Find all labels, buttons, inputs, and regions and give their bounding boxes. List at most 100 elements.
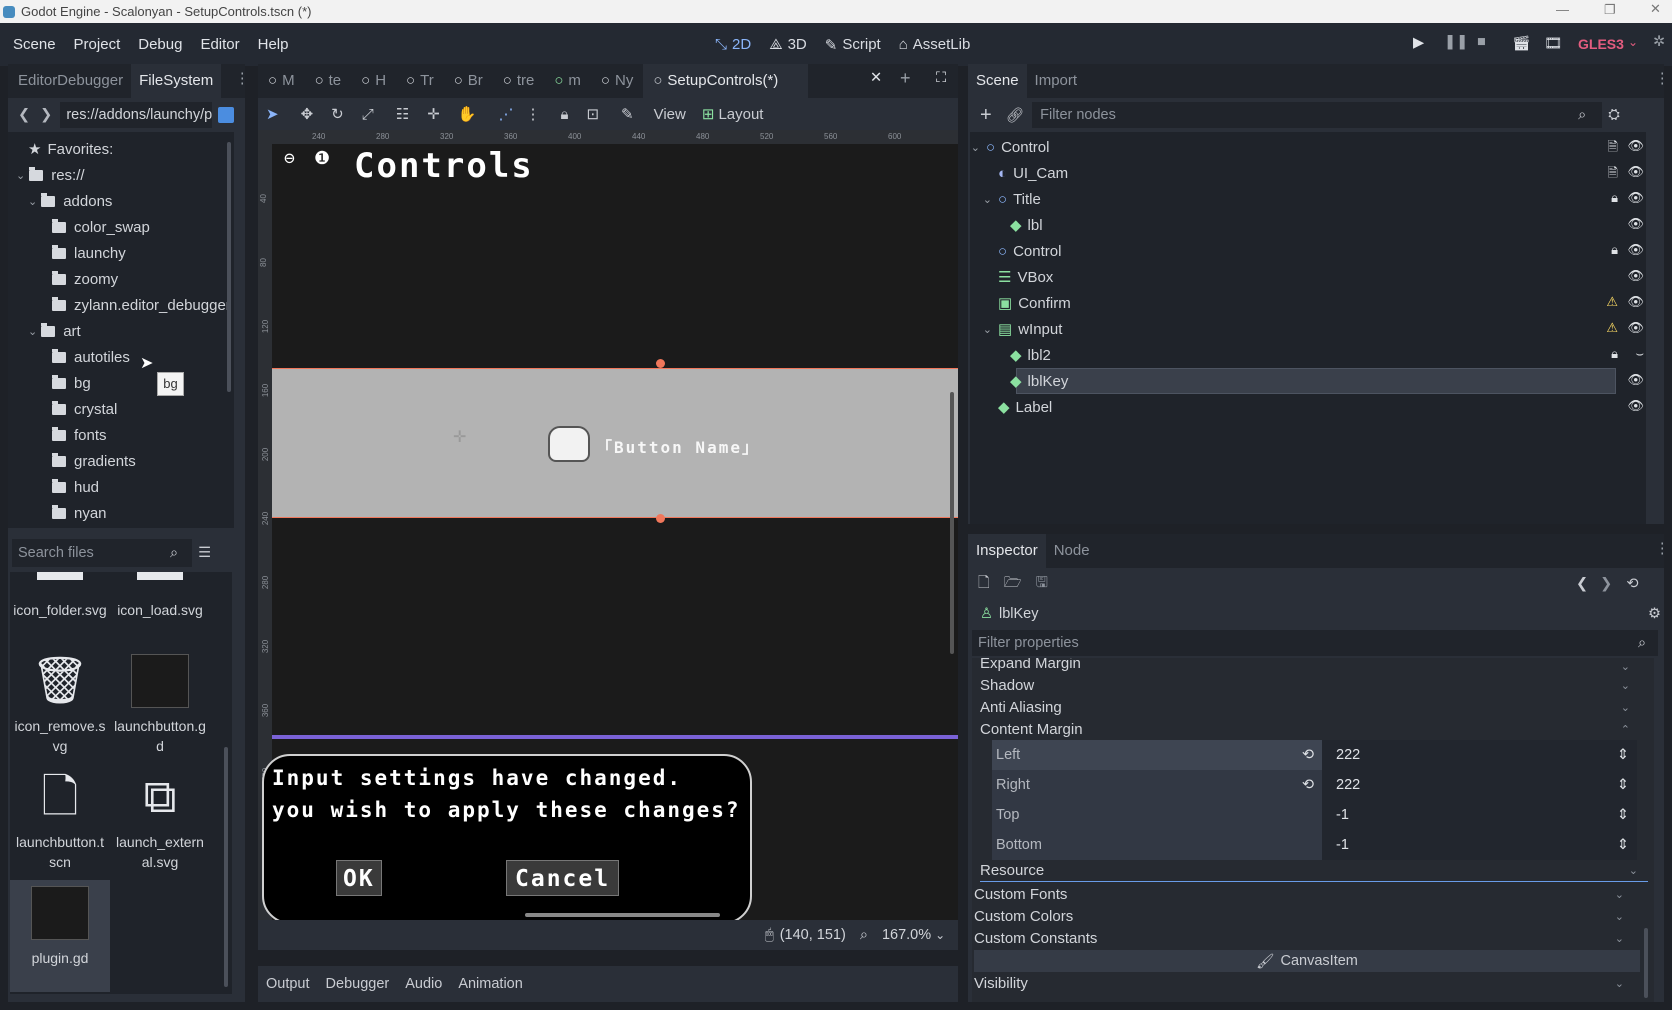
snap-icon[interactable]: ⋰ [498, 105, 513, 123]
play-custom-scene-button[interactable]: 🎞︎ [1544, 35, 1562, 52]
rotate-tool-icon[interactable]: ↻ [331, 105, 344, 123]
visibility-icon[interactable]: 👁︎ [1627, 398, 1644, 414]
tree-expander[interactable]: ⌄ [970, 193, 994, 206]
menu-debug[interactable]: Debug [138, 36, 182, 53]
scene-node-row[interactable]: ◆ lblKey 👁︎ [970, 368, 1644, 394]
bottom-handle[interactable] [656, 514, 665, 523]
cancel-button[interactable]: Cancel [506, 860, 620, 896]
scene-tab[interactable]: ○ te [305, 64, 352, 98]
scroll-indicator[interactable] [950, 392, 954, 654]
workspace-2d-button[interactable]: ⤡ 2D [715, 36, 751, 53]
snap-options-icon[interactable]: ⋮ [525, 105, 540, 123]
folder-item[interactable]: ⌄ res:// [16, 162, 85, 188]
section-visibility[interactable]: Visibility ⌄ [974, 972, 1634, 994]
tab-animation[interactable]: Animation [458, 976, 522, 992]
file-item[interactable]: ▬ icon_folder.svg [10, 572, 110, 644]
property-value-input[interactable]: -1 ⇕ [1322, 830, 1637, 860]
play-scene-button[interactable]: 🎬︎ [1512, 35, 1530, 52]
section-custom-fonts[interactable]: Custom Fonts ⌄ [974, 883, 1634, 905]
visibility-icon[interactable]: 👁︎ [1627, 320, 1644, 336]
section-custom-colors[interactable]: Custom Colors ⌄ [974, 905, 1634, 927]
file-grid-scrollbar[interactable] [224, 747, 228, 987]
list-select-icon[interactable]: ☷ [396, 105, 409, 123]
lock-icon[interactable]: 🔒︎ [1611, 346, 1618, 362]
move-tool-icon[interactable]: ✥ [301, 105, 314, 123]
save-resource-icon[interactable]: 🖫︎ [1036, 572, 1048, 597]
chevron-down-icon[interactable]: ⌄ [28, 195, 37, 208]
section-anti-aliasing[interactable]: Anti Aliasing ⌄ [980, 696, 1640, 718]
forward-icon[interactable]: ❯ [40, 107, 52, 123]
new-scene-tab-icon[interactable]: + [900, 68, 911, 89]
view-menu[interactable]: View [654, 106, 686, 123]
open-resource-icon[interactable]: 🗁︎ [1004, 572, 1022, 597]
distraction-free-icon[interactable]: ⛶ [936, 70, 946, 86]
script-icon[interactable]: 🗎︎ [1608, 138, 1618, 160]
lock-icon[interactable]: 🔒︎ [1611, 242, 1618, 258]
scene-node-row[interactable]: ⌄ ▤ wInput ⚠ 👁︎ [970, 316, 1644, 342]
favorites-row[interactable]: ★ Favorites: [28, 136, 113, 162]
group-icon[interactable]: ⊡ [586, 105, 599, 123]
tab-audio[interactable]: Audio [405, 976, 442, 992]
history-forward-icon[interactable]: ❯ [1600, 576, 1612, 592]
tab-debugger[interactable]: Debugger [326, 976, 390, 992]
warning-icon[interactable]: ⚠ [1606, 294, 1618, 310]
warning-icon[interactable]: ⚠ [1606, 320, 1618, 336]
property-value-input[interactable]: 222 ⇕ [1322, 740, 1637, 770]
workspace-script-button[interactable]: ✎ Script [825, 36, 881, 54]
history-back-icon[interactable]: ❮ [1576, 576, 1588, 592]
lock-icon[interactable]: 🔒︎ [1611, 190, 1618, 206]
top-handle[interactable] [656, 359, 665, 368]
section-content-margin[interactable]: Content Margin ⌃ [980, 718, 1640, 740]
play-button[interactable]: ▶ [1413, 35, 1424, 51]
folder-item[interactable]: crystal [40, 396, 117, 422]
stop-button[interactable]: ■ [1477, 34, 1486, 50]
scene-tab[interactable]: ○ Ny [591, 64, 643, 98]
tab-scene[interactable]: Scene [968, 64, 1027, 98]
folder-item[interactable]: gradients [40, 448, 136, 474]
restore-button[interactable]: ❐ [1604, 2, 1616, 18]
scene-node-row[interactable]: ◐ UI_Cam 🗎︎ 👁︎ [970, 160, 1644, 186]
menu-scene[interactable]: Scene [13, 36, 56, 53]
visibility-icon[interactable]: 👁︎ [1627, 216, 1644, 232]
property-value-input[interactable]: -1 ⇕ [1322, 800, 1637, 830]
file-item[interactable]: ▬ icon_load.svg [110, 572, 210, 644]
pan-tool-icon[interactable]: ✋ [458, 105, 477, 123]
folder-item[interactable]: nyan [40, 500, 107, 526]
scene-node-row[interactable]: ☰ VBox 👁︎ [970, 264, 1644, 290]
inspector-scrollbar[interactable] [1644, 928, 1648, 998]
folder-item[interactable]: hud [40, 474, 99, 500]
link-icon[interactable]: 🔗︎ [1006, 107, 1024, 124]
filesystem-tree-scrollbar[interactable] [227, 142, 231, 392]
select-tool-icon[interactable]: ➤ [266, 105, 279, 123]
remote-tree-icon[interactable]: ⛭ [1608, 107, 1620, 123]
dock-menu-icon[interactable]: ⋮ [235, 71, 250, 87]
tab-node[interactable]: Node [1046, 534, 1098, 568]
lock-icon[interactable]: 🔒︎ [560, 106, 568, 123]
folder-item[interactable]: color_swap [40, 214, 150, 240]
folder-item[interactable]: ⌄ addons [28, 188, 112, 214]
visibility-icon[interactable]: 👁︎ [1627, 372, 1644, 388]
menu-project[interactable]: Project [74, 36, 121, 53]
section-expand-margin[interactable]: Expand Margin ⌄ [980, 658, 1640, 674]
filter-properties-input[interactable]: Filter properties [978, 635, 1079, 651]
scene-node-row[interactable]: ▣ Confirm ⚠ 👁︎ [970, 290, 1644, 316]
scene-node-row[interactable]: ⌄ ○ Title 🔒︎ 👁︎ [970, 186, 1644, 212]
scene-node-row[interactable]: ⌄ ○ Control 🗎︎ 👁︎ [970, 134, 1644, 160]
visibility-hidden-icon[interactable]: ⌣ [1635, 346, 1644, 362]
folder-item[interactable]: launchy [40, 240, 126, 266]
scene-node-row[interactable]: ◆ Label 👁︎ [970, 394, 1644, 420]
menu-editor[interactable]: Editor [200, 36, 239, 53]
tree-expander[interactable]: ⌄ [970, 323, 994, 336]
chevron-down-icon[interactable]: ⌄ [28, 325, 37, 338]
back-icon[interactable]: ❮ [18, 107, 30, 123]
new-resource-icon[interactable]: 🗋︎ [978, 572, 990, 597]
folder-item[interactable]: autotiles [40, 344, 130, 370]
property-value-input[interactable]: 222 ⇕ [1322, 770, 1637, 800]
spinner-arrows-icon[interactable]: ⇕ [1617, 837, 1629, 853]
section-custom-constants[interactable]: Custom Constants ⌄ [974, 927, 1634, 949]
tab-import[interactable]: Import [1027, 64, 1086, 98]
script-icon[interactable]: 🗎︎ [1608, 164, 1618, 186]
scene-node-row[interactable]: ◆ lbl2 🔒︎ ⌣ [970, 342, 1644, 368]
search-files-input[interactable]: Search files [12, 539, 192, 567]
chevron-down-icon[interactable]: ⌄ [16, 169, 25, 182]
